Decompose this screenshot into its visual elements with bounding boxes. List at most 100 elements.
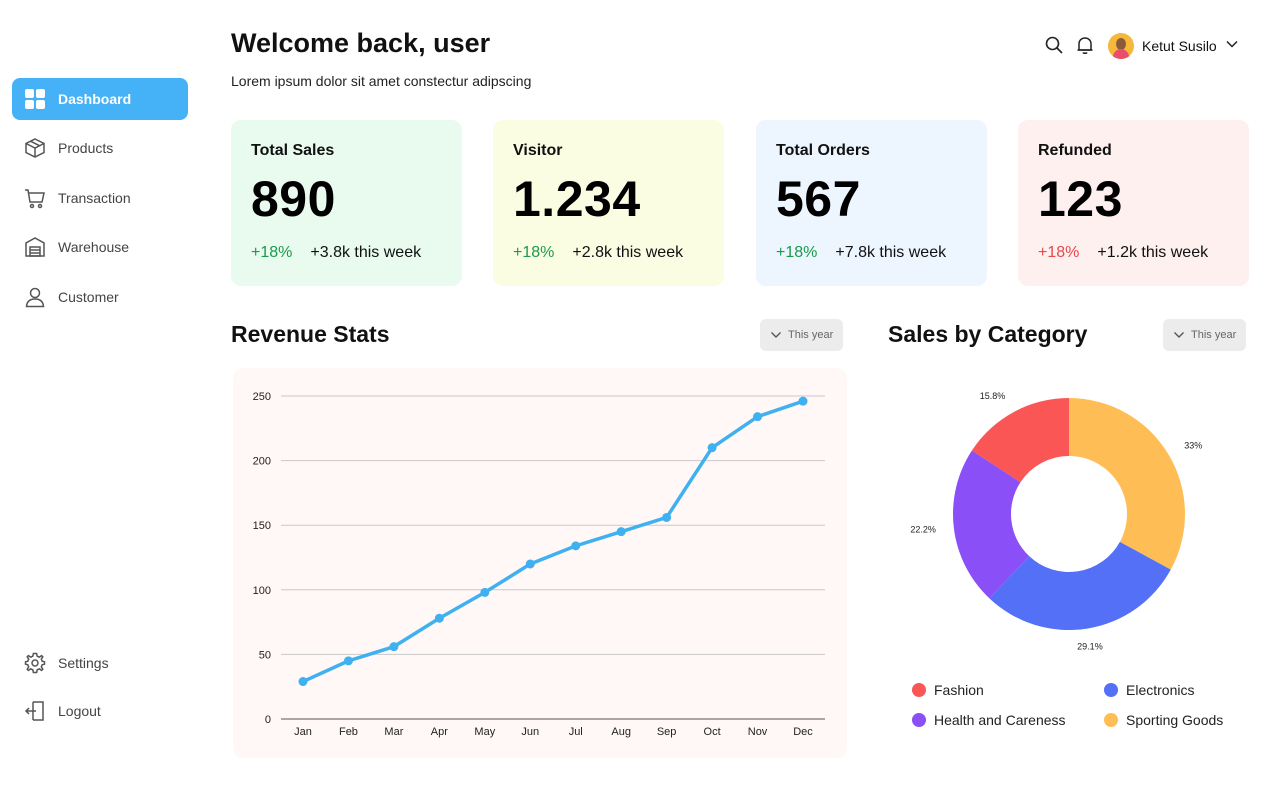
legend-label: Fashion bbox=[934, 682, 984, 698]
sidebar-item-label: Warehouse bbox=[58, 239, 130, 255]
stat-card-total-orders: Total Orders 567 +18% +7.8k this week bbox=[756, 120, 987, 286]
card-week: +7.8k this week bbox=[835, 244, 947, 261]
sidebar-item-settings[interactable]: Settings bbox=[12, 642, 188, 684]
x-tick-label: Nov bbox=[748, 726, 768, 738]
sidebar-item-dashboard[interactable]: Dashboard bbox=[12, 78, 188, 120]
search-icon[interactable] bbox=[1043, 34, 1065, 56]
chevron-down-icon bbox=[771, 332, 781, 338]
revenue-title: Revenue Stats bbox=[231, 321, 390, 347]
card-week: +1.2k this week bbox=[1097, 244, 1209, 261]
card-title: Total Orders bbox=[776, 142, 870, 159]
legend-item-health: Health and Careness bbox=[912, 712, 1066, 728]
y-tick-label: 150 bbox=[253, 520, 271, 532]
gear-icon bbox=[24, 652, 46, 674]
card-title: Visitor bbox=[513, 142, 563, 159]
sidebar-item-label: Products bbox=[58, 140, 114, 156]
user-name: Ketut Susilo bbox=[1142, 38, 1217, 54]
legend-item-sporting: Sporting Goods bbox=[1104, 712, 1223, 728]
x-tick-label: Apr bbox=[431, 726, 448, 738]
bell-icon[interactable] bbox=[1074, 34, 1096, 56]
slice-label: 33% bbox=[1184, 441, 1202, 451]
card-title: Total Sales bbox=[251, 142, 335, 159]
data-point bbox=[753, 412, 763, 422]
revenue-period-dropdown[interactable]: This year bbox=[760, 319, 844, 351]
avatar bbox=[1108, 33, 1134, 59]
x-tick-label: Sep bbox=[657, 726, 677, 738]
x-tick-label: Jul bbox=[569, 726, 583, 738]
data-point bbox=[662, 512, 672, 522]
legend-label: Health and Careness bbox=[934, 712, 1066, 728]
card-value: 890 bbox=[251, 171, 336, 227]
legend-dot bbox=[1104, 683, 1118, 697]
x-tick-label: Feb bbox=[339, 726, 358, 738]
card-percent: +18% bbox=[776, 244, 818, 261]
x-tick-label: Dec bbox=[793, 726, 813, 738]
data-point bbox=[298, 677, 308, 687]
chevron-down-icon bbox=[1174, 332, 1184, 338]
sales-category-donut-chart: 33% 29.1% 22.2% 15.8% bbox=[910, 391, 1202, 651]
slice-label: 22.2% bbox=[910, 525, 936, 535]
sales-category-title: Sales by Category bbox=[888, 321, 1088, 347]
page-subtitle: Lorem ipsum dolor sit amet constectur ad… bbox=[231, 73, 532, 89]
legend-dot bbox=[912, 713, 926, 727]
sidebar: Dashboard Products Transaction Warehouse… bbox=[0, 0, 200, 800]
x-tick-label: May bbox=[474, 726, 495, 738]
legend-item-electronics: Electronics bbox=[1104, 682, 1194, 698]
category-period-dropdown[interactable]: This year bbox=[1163, 319, 1247, 351]
card-percent: +18% bbox=[251, 244, 293, 261]
stat-card-total-sales: Total Sales 890 +18% +3.8k this week bbox=[231, 120, 462, 286]
sidebar-item-transaction[interactable]: Transaction bbox=[12, 177, 188, 219]
legend-label: Electronics bbox=[1126, 682, 1195, 698]
data-point bbox=[798, 396, 808, 406]
sidebar-item-warehouse[interactable]: Warehouse bbox=[12, 226, 188, 268]
y-tick-label: 200 bbox=[253, 456, 271, 468]
data-point bbox=[343, 656, 353, 666]
card-value: 1.234 bbox=[513, 171, 641, 227]
x-tick-label: Jun bbox=[521, 726, 539, 738]
sidebar-item-label: Settings bbox=[58, 655, 109, 671]
sidebar-item-products[interactable]: Products bbox=[12, 127, 188, 169]
y-tick-label: 100 bbox=[253, 585, 271, 597]
card-week: +3.8k this week bbox=[310, 244, 422, 261]
revenue-line-chart: 0 50 100 150 200 250 Jan Feb Mar Apr May Jun Jul Aug S… bbox=[253, 391, 825, 738]
sidebar-item-label: Customer bbox=[58, 289, 119, 305]
period-label: This year bbox=[1191, 329, 1237, 341]
cart-icon bbox=[24, 187, 46, 209]
data-point bbox=[616, 527, 626, 537]
x-tick-label: Jan bbox=[294, 726, 312, 738]
data-point bbox=[480, 587, 490, 597]
stat-card-refunded: Refunded 123 +18% +1.2k this week bbox=[1018, 120, 1249, 286]
warehouse-icon bbox=[24, 236, 46, 258]
data-point bbox=[434, 613, 444, 623]
card-value: 567 bbox=[776, 171, 861, 227]
y-tick-label: 50 bbox=[259, 649, 271, 661]
card-week: +2.8k this week bbox=[572, 244, 684, 261]
slice-label: 15.8% bbox=[980, 391, 1006, 401]
slice-label: 29.1% bbox=[1077, 641, 1103, 651]
x-tick-label: Mar bbox=[384, 726, 403, 738]
user-menu[interactable]: Ketut Susilo bbox=[1108, 32, 1239, 60]
data-point bbox=[389, 642, 399, 652]
sidebar-item-logout[interactable]: Logout bbox=[12, 690, 188, 732]
sidebar-item-customer[interactable]: Customer bbox=[12, 276, 188, 318]
sidebar-item-label: Transaction bbox=[58, 190, 131, 206]
data-point bbox=[571, 541, 581, 551]
legend-dot bbox=[912, 683, 926, 697]
page-title: Welcome back, user bbox=[231, 28, 491, 58]
period-label: This year bbox=[788, 329, 834, 341]
y-tick-label: 0 bbox=[265, 714, 271, 726]
data-point bbox=[707, 443, 717, 453]
revenue-series-line bbox=[302, 399, 804, 684]
legend-label: Sporting Goods bbox=[1126, 712, 1224, 728]
data-point bbox=[525, 559, 535, 569]
grid-icon bbox=[24, 88, 46, 110]
sidebar-item-label: Logout bbox=[58, 703, 101, 719]
box-icon bbox=[24, 137, 46, 159]
card-percent: +18% bbox=[1038, 244, 1080, 261]
legend-item-fashion: Fashion bbox=[912, 682, 984, 698]
user-icon bbox=[24, 286, 46, 308]
chevron-down-icon bbox=[1225, 37, 1239, 56]
card-percent: +18% bbox=[513, 244, 555, 261]
y-tick-label: 250 bbox=[253, 391, 271, 403]
pie-slice bbox=[1069, 398, 1185, 570]
